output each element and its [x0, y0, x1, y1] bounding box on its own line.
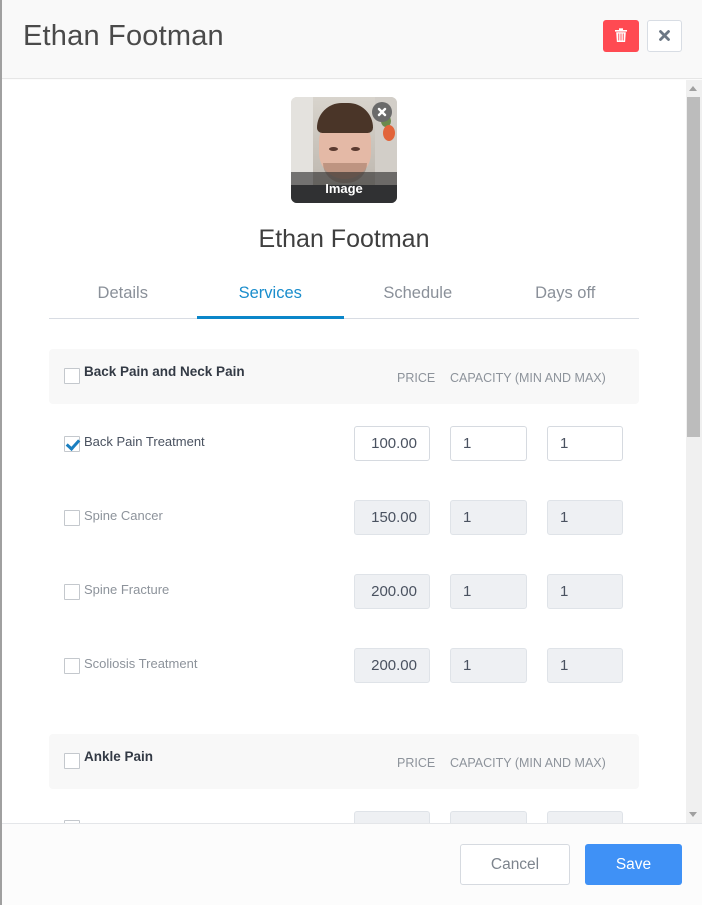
service-checkbox[interactable] [64, 584, 80, 600]
capacity-max-input[interactable] [547, 648, 623, 683]
close-button[interactable] [647, 20, 682, 52]
service-checkbox[interactable] [64, 436, 80, 452]
scrollbar-thumb[interactable] [687, 97, 700, 437]
avatar-caption: Image [325, 181, 363, 196]
service-name: Spine Cancer [84, 508, 163, 523]
cancel-button[interactable]: Cancel [460, 844, 570, 885]
trash-icon [615, 27, 627, 45]
modal-body: Image Ethan Footman Details Services Sch… [2, 80, 686, 823]
service-group-header: Ankle Pain PRICE CAPACITY (MIN AND MAX) [49, 734, 639, 789]
delete-button[interactable] [603, 20, 639, 52]
service-name: Scoliosis Treatment [84, 656, 198, 671]
capacity-max-input[interactable] [547, 500, 623, 535]
scroll-down-arrow-icon[interactable] [689, 812, 697, 817]
price-input[interactable] [354, 648, 430, 683]
price-column-header: PRICE [397, 756, 436, 770]
capacity-min-input[interactable] [450, 426, 527, 461]
tab-bar: Details Services Schedule Days off [49, 276, 639, 319]
price-input[interactable] [354, 811, 430, 823]
price-input[interactable] [354, 574, 430, 609]
tab-details[interactable]: Details [49, 276, 197, 318]
service-group-header: Back Pain and Neck Pain PRICE CAPACITY (… [49, 349, 639, 404]
scrollbar[interactable] [686, 80, 702, 823]
capacity-min-input[interactable] [450, 500, 527, 535]
modal-title: Ethan Footman [23, 20, 224, 52]
group-checkbox[interactable] [64, 753, 80, 769]
service-row: Spine Fracture [49, 574, 639, 610]
group-checkbox[interactable] [64, 368, 80, 384]
service-name: Spine Fracture [84, 582, 170, 597]
group-title: Ankle Pain [84, 749, 154, 764]
capacity-max-input[interactable] [547, 426, 623, 461]
price-input[interactable] [354, 426, 430, 461]
capacity-min-input[interactable] [450, 648, 527, 683]
scroll-up-arrow-icon[interactable] [689, 86, 697, 91]
tab-days-off[interactable]: Days off [492, 276, 640, 318]
service-row-partial [49, 811, 639, 823]
service-row: Spine Cancer [49, 500, 639, 536]
capacity-min-input[interactable] [450, 574, 527, 609]
save-button[interactable]: Save [585, 844, 682, 885]
capacity-max-input[interactable] [547, 574, 623, 609]
modal-header: Ethan Footman [2, 0, 702, 79]
service-row: Scoliosis Treatment [49, 648, 639, 684]
capacity-max-input[interactable] [547, 811, 623, 823]
profile-name: Ethan Footman [258, 225, 430, 253]
remove-image-button[interactable] [372, 102, 392, 122]
capacity-column-header: CAPACITY (MIN AND MAX) [450, 371, 606, 385]
group-title: Back Pain and Neck Pain [84, 364, 245, 379]
tab-services[interactable]: Services [196, 276, 345, 319]
capacity-min-input[interactable] [450, 811, 527, 823]
capacity-column-header: CAPACITY (MIN AND MAX) [450, 756, 606, 770]
service-checkbox[interactable] [64, 510, 80, 526]
service-row: Back Pain Treatment [49, 426, 639, 462]
close-x-icon [659, 29, 670, 44]
price-input[interactable] [354, 500, 430, 535]
price-column-header: PRICE [397, 371, 436, 385]
service-name: Back Pain Treatment [84, 434, 205, 449]
modal-footer: Cancel Save [2, 823, 702, 905]
close-circle-icon [377, 105, 387, 120]
service-checkbox[interactable] [64, 658, 80, 674]
tab-schedule[interactable]: Schedule [344, 276, 492, 318]
